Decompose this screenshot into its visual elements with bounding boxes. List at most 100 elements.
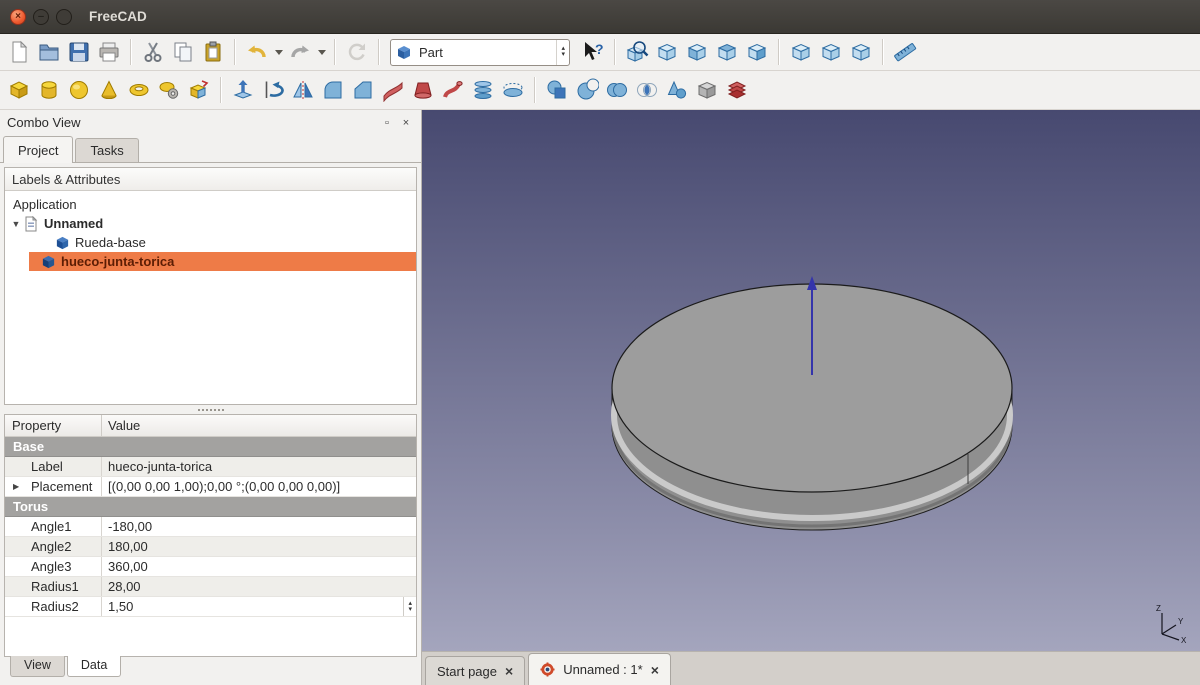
window-minimize-button[interactable]: –: [33, 9, 49, 25]
property-group-torus[interactable]: Torus: [5, 497, 416, 517]
window-close-button[interactable]: ×: [10, 9, 26, 25]
box-button[interactable]: [4, 75, 34, 105]
redo-dropdown-button[interactable]: [315, 37, 328, 67]
value-spinner[interactable]: ▴▾: [403, 597, 416, 616]
boolean-button[interactable]: [542, 75, 572, 105]
tree-item-document[interactable]: ▼ Unnamed: [5, 214, 416, 233]
cylinder-button[interactable]: [34, 75, 64, 105]
tab-tasks[interactable]: Tasks: [75, 138, 138, 162]
tree-view[interactable]: Application ▼ Unnamed Rueda-base hueco-j…: [5, 191, 416, 404]
workbench-spinner[interactable]: ▴▾: [556, 40, 569, 65]
measure-button[interactable]: [890, 37, 920, 67]
shape-builder-button[interactable]: [184, 75, 214, 105]
top-view-icon: [715, 40, 739, 64]
property-value[interactable]: [(0,00 0,00 1,00);0,00 °;(0,00 0,00 0,00…: [102, 477, 416, 496]
top-view-button[interactable]: [712, 37, 742, 67]
mirror-button[interactable]: [288, 75, 318, 105]
front-view-button[interactable]: [682, 37, 712, 67]
property-name: Angle1: [31, 519, 71, 534]
box-icon: [7, 78, 31, 102]
axonometric-view-button[interactable]: [652, 37, 682, 67]
loft-button[interactable]: [408, 75, 438, 105]
tab-start-page[interactable]: Start page ×: [425, 656, 525, 685]
3d-viewport[interactable]: Z Y X: [422, 110, 1200, 651]
tab-unnamed-document[interactable]: Unnamed : 1* ×: [528, 653, 671, 685]
part-solid-icon: [55, 235, 70, 250]
close-tab-icon[interactable]: ×: [651, 663, 659, 677]
compound-button[interactable]: [662, 75, 692, 105]
rear-view-button[interactable]: [786, 37, 816, 67]
right-view-button[interactable]: [742, 37, 772, 67]
save-button[interactable]: [64, 37, 94, 67]
ruled-surface-button[interactable]: [378, 75, 408, 105]
fit-all-button[interactable]: [622, 37, 652, 67]
combo-view-title: Combo View: [7, 115, 376, 130]
fillet-button[interactable]: [318, 75, 348, 105]
bottom-view-button[interactable]: [816, 37, 846, 67]
tab-data[interactable]: Data: [67, 656, 121, 677]
panel-close-button[interactable]: ×: [398, 115, 414, 131]
tab-view[interactable]: View: [10, 656, 65, 677]
workbench-selector[interactable]: Part ▴▾: [390, 39, 570, 66]
undo-button[interactable]: [242, 37, 272, 67]
expander-icon[interactable]: ▼: [9, 219, 23, 229]
property-value[interactable]: 360,00: [102, 557, 416, 576]
tree-item-label: Rueda-base: [75, 235, 146, 250]
property-value[interactable]: 28,00: [102, 577, 416, 596]
sweep-button[interactable]: [438, 75, 468, 105]
offset-button[interactable]: [498, 75, 528, 105]
new-document-button[interactable]: [4, 37, 34, 67]
property-value[interactable]: 180,00: [102, 537, 416, 556]
copy-button[interactable]: [168, 37, 198, 67]
cone-button[interactable]: [94, 75, 124, 105]
part-solid-icon: [41, 254, 56, 269]
cross-sections-icon: [471, 78, 495, 102]
tab-view-label: View: [24, 658, 51, 672]
sphere-button[interactable]: [64, 75, 94, 105]
open-document-button[interactable]: [34, 37, 64, 67]
whats-this-button[interactable]: ?: [578, 37, 608, 67]
redo-button[interactable]: [285, 37, 315, 67]
selection-highlight: hueco-junta-torica: [29, 252, 416, 271]
print-button[interactable]: [94, 37, 124, 67]
expand-arrow-icon[interactable]: ▶: [13, 482, 19, 491]
panel-splitter[interactable]: [0, 405, 421, 414]
tree-item-hueco-junta-torica[interactable]: hueco-junta-torica: [5, 252, 416, 271]
model-tree: Labels & Attributes Application ▼ Unname…: [4, 167, 417, 405]
panel-float-button[interactable]: ▫: [379, 115, 395, 131]
property-value[interactable]: -180,00: [102, 517, 416, 536]
property-group-base[interactable]: Base: [5, 437, 416, 457]
column-property[interactable]: Property: [5, 415, 102, 436]
tab-project[interactable]: Project: [3, 136, 73, 163]
refresh-button[interactable]: [342, 37, 372, 67]
cross-section-button[interactable]: [722, 75, 752, 105]
extrude-button[interactable]: [228, 75, 258, 105]
close-tab-icon[interactable]: ×: [505, 664, 513, 678]
column-value[interactable]: Value: [102, 415, 416, 436]
part-toolbar: [0, 71, 1200, 110]
intersection-button[interactable]: [632, 75, 662, 105]
union-icon: [605, 78, 629, 102]
tree-item-rueda-base[interactable]: Rueda-base: [5, 233, 416, 252]
refine-shape-icon: [695, 78, 719, 102]
torus-cut-disc-model[interactable]: [422, 110, 1200, 651]
chamfer-button[interactable]: [348, 75, 378, 105]
refine-shape-button[interactable]: [692, 75, 722, 105]
mdi-tab-bar: Start page × Unnamed : 1* ×: [422, 651, 1200, 685]
extrude-icon: [231, 78, 255, 102]
tree-item-application[interactable]: Application: [5, 195, 416, 214]
primitives-button[interactable]: [154, 75, 184, 105]
revolve-button[interactable]: [258, 75, 288, 105]
paste-button[interactable]: [198, 37, 228, 67]
cut-boolean-button[interactable]: [572, 75, 602, 105]
property-value[interactable]: hueco-junta-torica: [102, 457, 416, 476]
cut-button[interactable]: [138, 37, 168, 67]
cross-sections-button[interactable]: [468, 75, 498, 105]
right-view-icon: [745, 40, 769, 64]
left-view-button[interactable]: [846, 37, 876, 67]
cone-icon: [97, 78, 121, 102]
union-button[interactable]: [602, 75, 632, 105]
undo-dropdown-button[interactable]: [272, 37, 285, 67]
window-maximize-button[interactable]: [56, 9, 72, 25]
torus-button[interactable]: [124, 75, 154, 105]
